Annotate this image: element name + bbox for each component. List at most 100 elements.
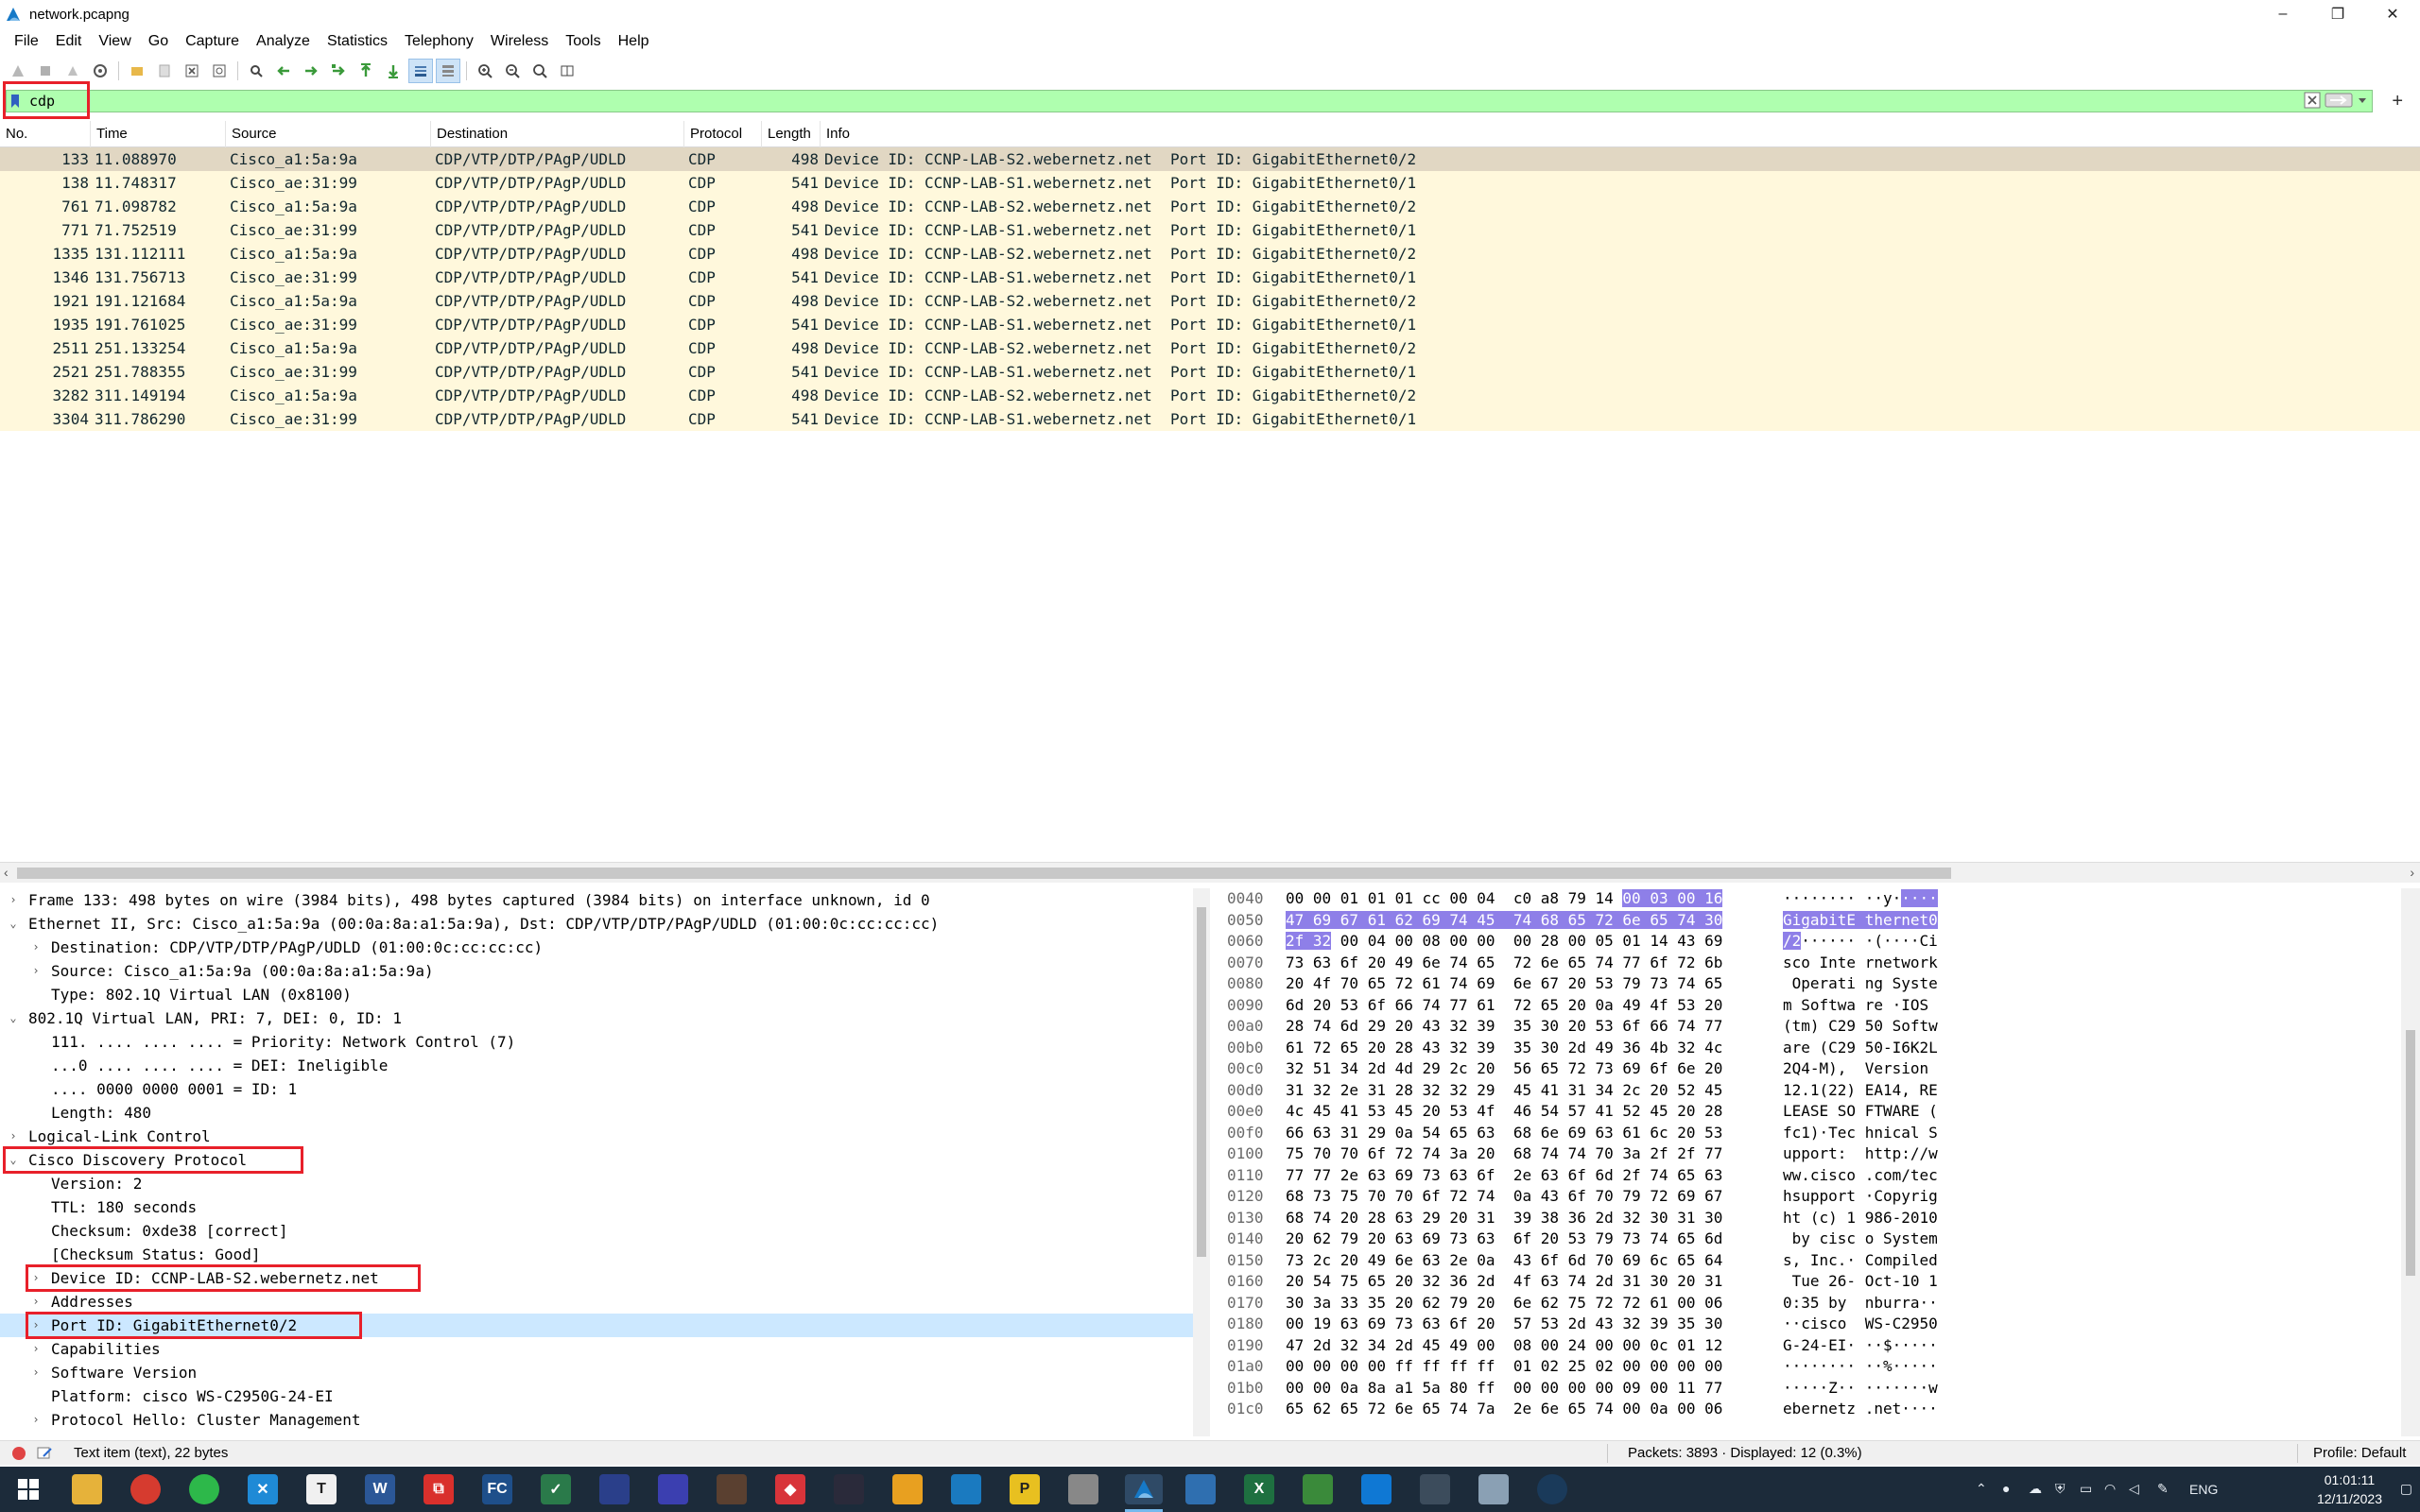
onedrive-tray-icon[interactable]: ☁ — [2029, 1481, 2042, 1497]
terminal-icon[interactable] — [1420, 1474, 1450, 1504]
hex-dump-row[interactable]: 0060 2f 32 00 04 00 08 00 00 00 28 00 05 … — [1219, 931, 2392, 953]
detail-tree-item[interactable]: [Checksum Status: Good] — [0, 1243, 1193, 1266]
reload-file-icon[interactable] — [207, 59, 232, 83]
detail-tree-item[interactable]: › Device ID: CCNP-LAB-S2.webernetz.net — [0, 1266, 1193, 1290]
collapse-arrow-icon[interactable]: ⌄ — [7, 1148, 20, 1172]
hex-dump-row[interactable]: 0100 75 70 70 6f 72 74 3a 20 68 74 74 70 … — [1219, 1143, 2392, 1165]
expand-arrow-icon[interactable]: › — [29, 1266, 43, 1290]
detail-tree-item[interactable]: ⌄ Cisco Discovery Protocol — [0, 1148, 1193, 1172]
pen-tray-icon[interactable]: ✎ — [2157, 1481, 2169, 1497]
column-header-source[interactable]: Source — [226, 121, 431, 147]
resize-columns-icon[interactable] — [555, 59, 579, 83]
detail-tree-item[interactable]: 111. .... .... .... = Priority: Network … — [0, 1030, 1193, 1054]
ppt-tool-icon[interactable]: P — [1010, 1474, 1040, 1504]
remote-session-icon[interactable] — [1478, 1474, 1509, 1504]
menu-wireless[interactable]: Wireless — [482, 33, 557, 50]
fc-app-icon[interactable]: FC — [482, 1474, 512, 1504]
zoom-in-icon[interactable] — [473, 59, 497, 83]
detail-tree-item[interactable]: Length: 480 — [0, 1101, 1193, 1125]
column-header-time[interactable]: Time — [91, 121, 226, 147]
notification-icon[interactable]: ▢ — [2400, 1481, 2412, 1497]
steam-icon[interactable] — [1537, 1474, 1567, 1504]
hex-dump-row[interactable]: 01a0 00 00 00 00 ff ff ff ff 01 02 25 02 … — [1219, 1356, 2392, 1378]
start-menu-icon[interactable] — [13, 1474, 43, 1504]
bookmark-icon[interactable] — [7, 91, 24, 112]
expand-arrow-icon[interactable]: › — [29, 936, 43, 959]
detail-tree-item[interactable]: .... 0000 0000 0001 = ID: 1 — [0, 1077, 1193, 1101]
menu-statistics[interactable]: Statistics — [319, 33, 396, 50]
collapse-arrow-icon[interactable]: ⌄ — [7, 912, 20, 936]
menu-tools[interactable]: Tools — [557, 33, 609, 50]
notepad-plus-icon[interactable] — [1303, 1474, 1333, 1504]
normal-size-icon[interactable] — [527, 59, 552, 83]
packet-row[interactable]: 133 11.088970 Cisco_a1:5a:9a CDP/VTP/DTP/PA… — [0, 147, 2420, 171]
hex-dump-row[interactable]: 00f0 66 63 31 29 0a 54 65 63 68 6e 69 63 … — [1219, 1123, 2392, 1144]
packet-row[interactable]: 138 11.748317 Cisco_ae:31:99 CDP/VTP/DTP/PA… — [0, 171, 2420, 195]
find-packet-icon[interactable] — [244, 59, 268, 83]
vivaldi-browser-icon[interactable] — [130, 1474, 161, 1504]
start-capture-icon[interactable] — [6, 59, 30, 83]
stop-capture-icon[interactable] — [33, 59, 58, 83]
remote-desktop-icon[interactable] — [599, 1474, 630, 1504]
detail-tree-item[interactable]: › Capabilities — [0, 1337, 1193, 1361]
detail-tree-item[interactable]: › Software Version — [0, 1361, 1193, 1384]
menu-analyze[interactable]: Analyze — [248, 33, 319, 50]
packet-row[interactable]: 1935 191.761025 Cisco_ae:31:99 CDP/VTP/DTP/… — [0, 313, 2420, 336]
packet-row[interactable]: 1921 191.121684 Cisco_a1:5a:9a CDP/VTP/DTP/… — [0, 289, 2420, 313]
tray-overflow-icon[interactable]: ⌃ — [1976, 1481, 1987, 1497]
expert-info-icon[interactable] — [11, 1446, 26, 1465]
close-window-button[interactable]: ✕ — [2365, 0, 2420, 28]
hex-dump-row[interactable]: 0140 20 62 79 20 63 69 73 63 6f 20 53 79 … — [1219, 1228, 2392, 1250]
hex-dump-row[interactable]: 0180 00 19 63 69 73 63 6f 20 57 53 2d 43 … — [1219, 1314, 2392, 1335]
detail-tree-item[interactable]: ⌄ Ethernet II, Src: Cisco_a1:5a:9a (00:0a… — [0, 912, 1193, 936]
status-profile[interactable]: Profile: Default — [2313, 1445, 2406, 1461]
minimize-button[interactable]: – — [2256, 0, 2310, 28]
scrollbar-thumb[interactable] — [1197, 907, 1206, 1257]
virtualbox-icon[interactable] — [951, 1474, 981, 1504]
hex-dump-row[interactable]: 0070 73 63 6f 20 49 6e 74 65 72 6e 65 74 … — [1219, 953, 2392, 974]
display-filter-field[interactable] — [6, 90, 2373, 112]
database-icon[interactable] — [1068, 1474, 1098, 1504]
go-last-icon[interactable] — [381, 59, 406, 83]
column-header-protocol[interactable]: Protocol — [684, 121, 762, 147]
restart-capture-icon[interactable] — [60, 59, 85, 83]
expand-arrow-icon[interactable]: › — [29, 1314, 43, 1337]
snipping-tool-icon[interactable]: ✕ — [248, 1474, 278, 1504]
gns3-icon[interactable] — [717, 1474, 747, 1504]
hex-dump-row[interactable]: 01c0 65 62 65 72 6e 65 74 7a 2e 6e 65 74 … — [1219, 1399, 2392, 1420]
go-to-packet-icon[interactable] — [326, 59, 351, 83]
hex-dump-row[interactable]: 0090 6d 20 53 6f 66 74 77 61 72 65 20 0a … — [1219, 995, 2392, 1017]
add-filter-button[interactable]: + — [2392, 91, 2403, 112]
hex-dump-row[interactable]: 0050 47 69 67 61 62 69 74 45 74 68 65 72 … — [1219, 910, 2392, 932]
scrollbar-thumb[interactable] — [2406, 1030, 2415, 1276]
taskbar-clock[interactable]: 01:01:11 12/11/2023 — [2317, 1470, 2382, 1508]
close-file-icon[interactable] — [180, 59, 204, 83]
expand-arrow-icon[interactable]: › — [29, 959, 43, 983]
expand-arrow-icon[interactable]: › — [7, 1125, 20, 1148]
outlook-icon[interactable] — [1361, 1474, 1392, 1504]
go-back-icon[interactable] — [271, 59, 296, 83]
expand-arrow-icon[interactable]: › — [29, 1337, 43, 1361]
defender-tray-icon[interactable]: ⛨ — [2055, 1481, 2066, 1497]
detail-tree-item[interactable]: › Port ID: GigabitEthernet0/2 — [0, 1314, 1193, 1337]
packet-row[interactable]: 771 71.752519 Cisco_ae:31:99 CDP/VTP/DTP/PA… — [0, 218, 2420, 242]
packet-row[interactable]: 761 71.098782 Cisco_a1:5a:9a CDP/VTP/DTP/PA… — [0, 195, 2420, 218]
clear-filter-icon[interactable] — [2304, 92, 2321, 112]
menu-telephony[interactable]: Telephony — [396, 33, 482, 50]
details-vertical-scrollbar[interactable] — [1193, 888, 1210, 1436]
detail-tree-item[interactable]: Checksum: 0xde38 [correct] — [0, 1219, 1193, 1243]
hex-dump-row[interactable]: 0040 00 00 01 01 01 cc 00 04 c0 a8 79 14 … — [1219, 888, 2392, 910]
hex-dump-row[interactable]: 0130 68 74 20 28 63 29 20 31 39 38 36 2d … — [1219, 1208, 2392, 1229]
auto-scroll-icon[interactable] — [408, 59, 433, 83]
typora-icon[interactable]: T — [306, 1474, 337, 1504]
expand-arrow-icon[interactable]: › — [29, 1361, 43, 1384]
detail-tree-item[interactable]: › Frame 133: 498 bytes on wire (3984 bits… — [0, 888, 1193, 912]
language-indicator[interactable]: ENG — [2189, 1482, 2218, 1497]
scrollbar-thumb[interactable] — [17, 868, 1951, 879]
go-forward-icon[interactable] — [299, 59, 323, 83]
collapse-arrow-icon[interactable]: ⌄ — [7, 1006, 20, 1030]
battery-icon[interactable]: ▭ — [2080, 1481, 2092, 1497]
obsidian-icon[interactable] — [834, 1474, 864, 1504]
display-filter-input[interactable] — [24, 91, 2273, 112]
packet-row[interactable]: 1335 131.112111 Cisco_a1:5a:9a CDP/VTP/DTP/… — [0, 242, 2420, 266]
